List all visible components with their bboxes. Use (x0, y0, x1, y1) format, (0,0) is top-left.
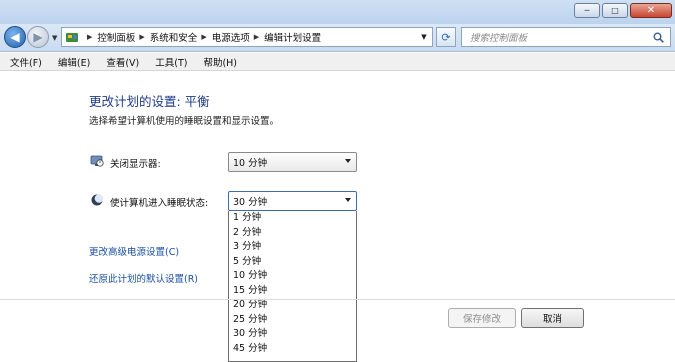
navigation-bar: ◀ ▶ ▼ ▶ 控制面板 ▶ 系统和安全 ▶ 电源选项 ▶ 编辑计划设置 ▼ ⟳… (0, 24, 675, 52)
sleep-value: 30 分钟 (233, 197, 268, 208)
list-item[interactable]: 1 分钟 (229, 211, 356, 226)
breadcrumb-system-security[interactable]: 系统和安全 (150, 30, 198, 44)
restore-defaults-link[interactable]: 还原此计划的默认设置(R) (89, 271, 198, 285)
list-item[interactable]: 3 分钟 (229, 240, 356, 255)
breadcrumb-separator-icon[interactable]: ▶ (201, 33, 206, 41)
list-item[interactable]: 15 分钟 (229, 284, 356, 299)
breadcrumb-separator-icon[interactable]: ▶ (139, 33, 144, 41)
monitor-clock-icon (90, 155, 104, 167)
main-content: 更改计划的设置: 平衡 选择希望计算机使用的睡眠设置和显示设置。 关闭显示器: … (0, 72, 675, 362)
breadcrumb-edit-plan-settings[interactable]: 编辑计划设置 (264, 30, 321, 44)
close-button[interactable]: ✕ (630, 3, 672, 18)
refresh-icon: ⟳ (441, 30, 451, 44)
address-bar[interactable]: ▶ 控制面板 ▶ 系统和安全 ▶ 电源选项 ▶ 编辑计划设置 ▼ (61, 27, 433, 47)
recent-pages-dropdown-icon[interactable]: ▼ (52, 34, 57, 42)
advanced-power-settings-link[interactable]: 更改高级电源设置(C) (89, 244, 179, 258)
menu-bar: 文件(F) 编辑(E) 查看(V) 工具(T) 帮助(H) (0, 53, 675, 71)
breadcrumb-control-panel[interactable]: 控制面板 (97, 30, 135, 44)
list-item[interactable]: 20 分钟 (229, 298, 356, 313)
list-item[interactable]: 25 分钟 (229, 313, 356, 328)
search-input[interactable]: 搜索控制面板 (470, 30, 527, 44)
breadcrumb-separator-icon: ▶ (87, 33, 93, 41)
sleep-dropdown-list[interactable]: 1 分钟 2 分钟 3 分钟 5 分钟 10 分钟 15 分钟 20 分钟 25… (228, 211, 357, 362)
page-title: 更改计划的设置: 平衡 (89, 94, 210, 109)
back-arrow-icon: ◀ (10, 30, 20, 44)
address-dropdown-icon[interactable]: ▼ (416, 28, 432, 46)
display-off-value: 10 分钟 (233, 158, 268, 169)
list-item[interactable]: 10 分钟 (229, 269, 356, 284)
window-titlebar: ─ □ ✕ (0, 0, 675, 24)
chevron-down-icon (345, 198, 351, 202)
divider (0, 299, 675, 300)
menu-view[interactable]: 查看(V) (106, 55, 139, 69)
forward-arrow-icon: ▶ (33, 30, 43, 44)
forward-button[interactable]: ▶ (27, 26, 49, 48)
display-off-label: 关闭显示器: (110, 159, 161, 170)
list-item[interactable]: 5 分钟 (229, 255, 356, 270)
display-off-select[interactable]: 10 分钟 (228, 152, 357, 172)
maximize-button[interactable]: □ (602, 3, 628, 18)
moon-sleep-icon (91, 194, 104, 206)
list-item[interactable]: 30 分钟 (229, 327, 356, 342)
chevron-down-icon (345, 159, 351, 163)
breadcrumb-power-options[interactable]: 电源选项 (212, 30, 250, 44)
search-box[interactable]: 搜索控制面板 (461, 27, 671, 47)
menu-tools[interactable]: 工具(T) (155, 55, 187, 69)
sleep-select[interactable]: 30 分钟 (228, 191, 357, 211)
back-button[interactable]: ◀ (4, 26, 26, 48)
sleep-label: 使计算机进入睡眠状态: (110, 198, 209, 209)
list-item[interactable]: 45 分钟 (229, 342, 356, 357)
save-changes-button[interactable]: 保存修改 (448, 308, 516, 328)
window-caption-buttons: ─ □ ✕ (574, 3, 672, 18)
breadcrumb-separator-icon[interactable]: ▶ (254, 33, 259, 41)
search-icon[interactable] (653, 32, 664, 43)
refresh-button[interactable]: ⟳ (436, 27, 456, 47)
control-panel-icon (66, 33, 78, 42)
page-subtitle: 选择希望计算机使用的睡眠设置和显示设置。 (89, 116, 280, 127)
menu-file[interactable]: 文件(F) (10, 55, 42, 69)
menu-edit[interactable]: 编辑(E) (58, 55, 90, 69)
minimize-button[interactable]: ─ (574, 3, 600, 18)
menu-help[interactable]: 帮助(H) (203, 55, 237, 69)
cancel-button[interactable]: 取消 (521, 308, 584, 328)
list-item[interactable]: 2 分钟 (229, 226, 356, 241)
